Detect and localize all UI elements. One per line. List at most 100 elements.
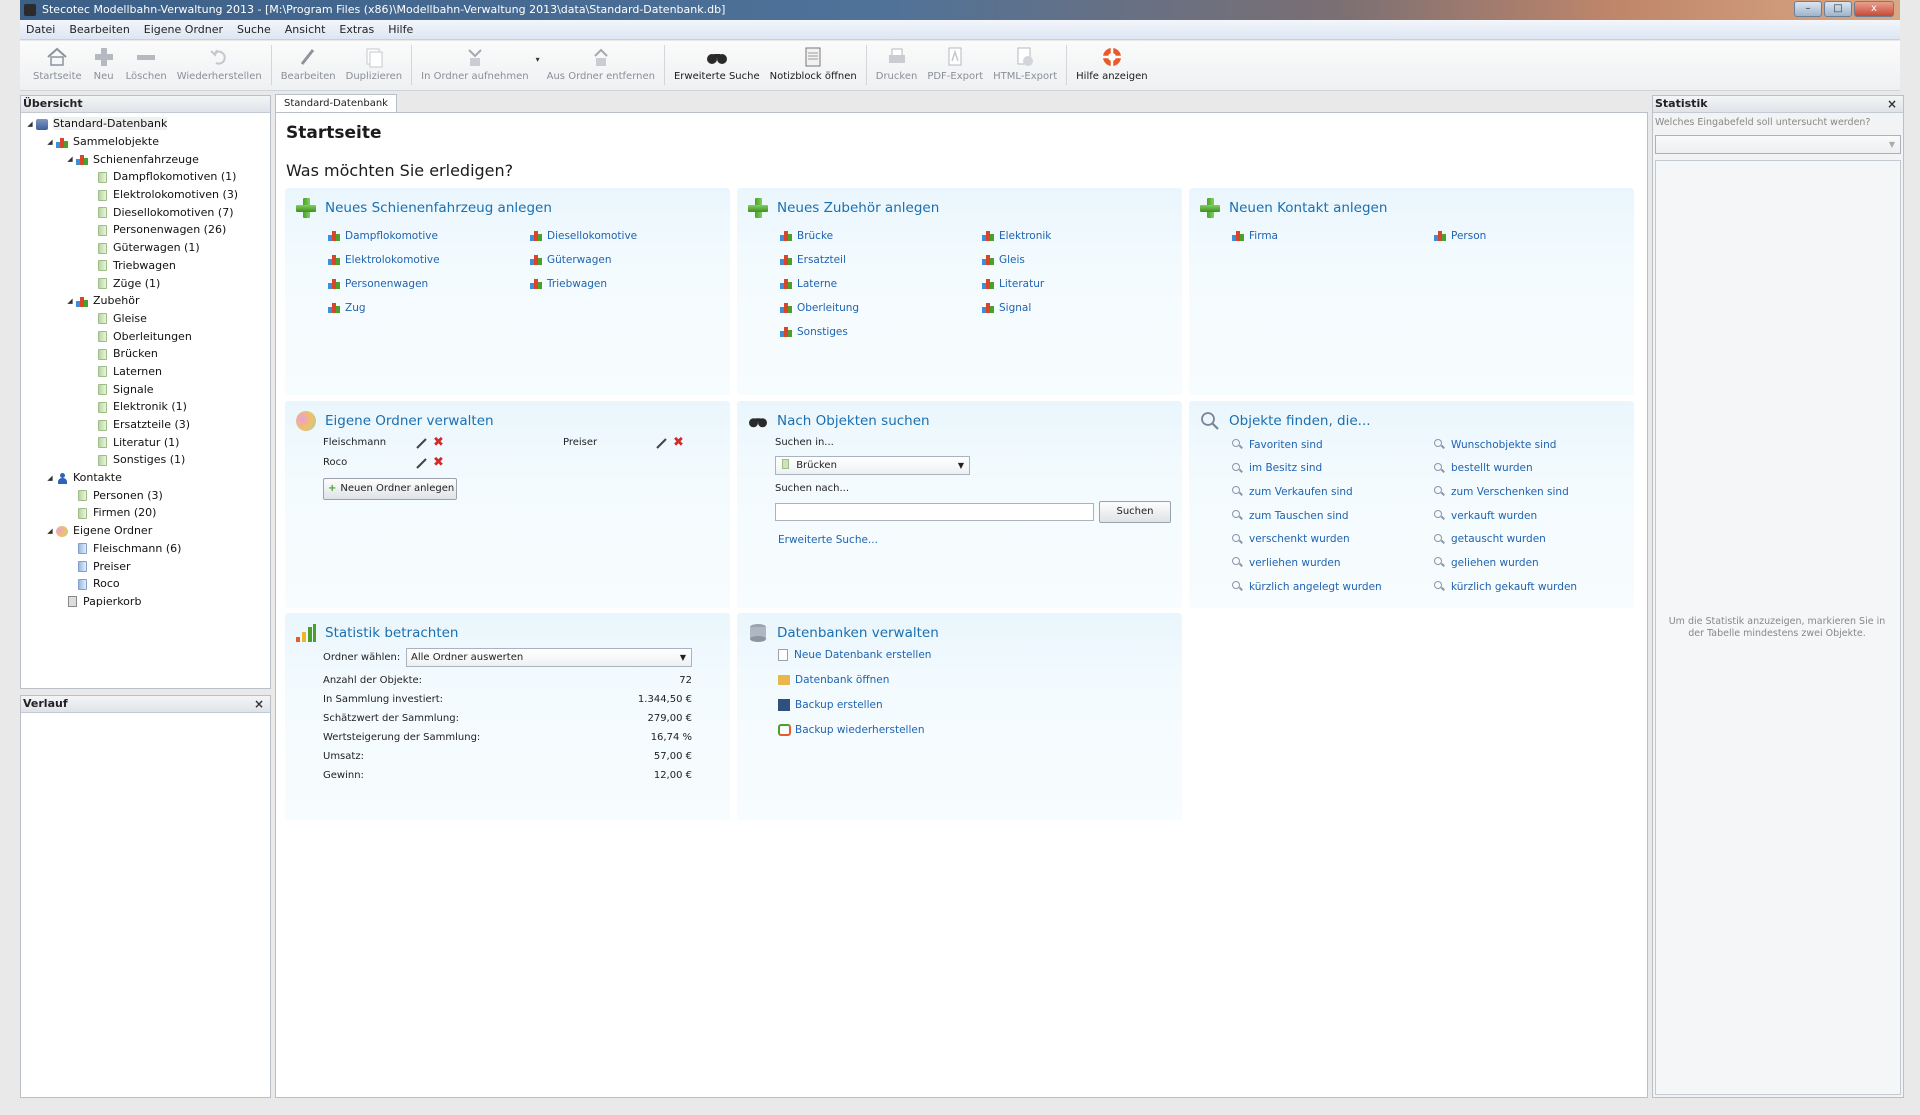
- delete-icon[interactable]: ✖: [673, 435, 684, 450]
- link-zum-verkaufen[interactable]: zum Verkaufen sind: [1232, 484, 1434, 499]
- close-icon[interactable]: ×: [1887, 96, 1897, 112]
- tree-item-firmen[interactable]: Firmen (20): [25, 504, 270, 522]
- aus-ordner-button[interactable]: Aus Ordner entfernen: [542, 41, 660, 89]
- tree-item-fleischmann[interactable]: Fleischmann (6): [25, 540, 270, 558]
- minimize-button[interactable]: –: [1794, 1, 1822, 17]
- search-input[interactable]: [775, 503, 1094, 521]
- link-kuerzlich-gekauft[interactable]: kürzlich gekauft wurden: [1434, 579, 1636, 594]
- link-backup-wiederherstellen[interactable]: Backup wiederherstellen: [778, 722, 931, 737]
- html-export-button[interactable]: HTML-Export: [988, 41, 1062, 89]
- tree-item-personen[interactable]: Personen (3): [25, 486, 270, 504]
- link-verschenkt[interactable]: verschenkt wurden: [1232, 532, 1434, 547]
- menu-hilfe[interactable]: Hilfe: [388, 23, 413, 36]
- link-triebwagen[interactable]: Triebwagen: [530, 276, 732, 291]
- link-bestellt[interactable]: bestellt wurden: [1434, 461, 1636, 476]
- link-zum-verschenken[interactable]: zum Verschenken sind: [1434, 484, 1636, 499]
- menu-extras[interactable]: Extras: [339, 23, 374, 36]
- link-firma[interactable]: Firma: [1232, 228, 1434, 243]
- link-gueterwagen[interactable]: Güterwagen: [530, 252, 732, 267]
- link-laterne[interactable]: Laterne: [780, 276, 982, 291]
- tree-item-sammelobjekte[interactable]: ◢ Sammelobjekte: [25, 133, 270, 151]
- link-wunschobjekte[interactable]: Wunschobjekte sind: [1434, 437, 1636, 452]
- link-literatur[interactable]: Literatur: [982, 276, 1184, 291]
- card-title-text[interactable]: Neues Schienenfahrzeug anlegen: [325, 200, 552, 216]
- tree-item-roco[interactable]: Roco: [25, 575, 270, 593]
- tree-item-diesellokomotiven[interactable]: Diesellokomotiven (7): [25, 203, 270, 221]
- close-window-button[interactable]: x: [1854, 1, 1894, 17]
- expanded-arrow-icon[interactable]: ◢: [45, 138, 55, 146]
- bearbeiten-button[interactable]: Bearbeiten: [276, 41, 341, 89]
- link-bruecke[interactable]: Brücke: [780, 228, 982, 243]
- link-datenbank-oeffnen[interactable]: Datenbank öffnen: [778, 672, 931, 687]
- tree-item-schienenfahrzeuge[interactable]: ◢ Schienenfahrzeuge: [25, 150, 270, 168]
- tree-item-papierkorb[interactable]: Papierkorb: [25, 593, 270, 611]
- notizblock-button[interactable]: Notizblock öffnen: [765, 41, 862, 89]
- link-zug[interactable]: Zug: [328, 300, 530, 315]
- tree-item-elektronik[interactable]: Elektronik (1): [25, 398, 270, 416]
- card-title-text[interactable]: Neuen Kontakt anlegen: [1229, 200, 1387, 216]
- tree-item-gleise[interactable]: Gleise: [25, 310, 270, 328]
- tree-item-eigene-ordner[interactable]: ◢ Eigene Ordner: [25, 522, 270, 540]
- link-getauscht[interactable]: getauscht wurden: [1434, 532, 1636, 547]
- advanced-search-link[interactable]: Erweiterte Suche...: [778, 532, 878, 547]
- expanded-arrow-icon[interactable]: ◢: [65, 155, 75, 163]
- tree-item-oberleitungen[interactable]: Oberleitungen: [25, 327, 270, 345]
- link-im-besitz[interactable]: im Besitz sind: [1232, 461, 1434, 476]
- neu-button[interactable]: Neu: [87, 41, 121, 89]
- delete-icon[interactable]: ✖: [433, 435, 444, 450]
- link-verliehen[interactable]: verliehen wurden: [1232, 555, 1434, 570]
- tree-item-bruecken[interactable]: Brücken: [25, 345, 270, 363]
- in-ordner-button[interactable]: In Ordner aufnehmen: [416, 41, 533, 89]
- tree-item-personenwagen[interactable]: Personenwagen (26): [25, 221, 270, 239]
- pencil-icon[interactable]: [415, 436, 429, 453]
- card-title-text[interactable]: Neues Zubehör anlegen: [777, 200, 939, 216]
- menu-eigene-ordner[interactable]: Eigene Ordner: [144, 23, 223, 36]
- field-select[interactable]: ▼: [1655, 135, 1901, 154]
- link-elektronik[interactable]: Elektronik: [982, 228, 1184, 243]
- tree-item-root[interactable]: ◢ Standard-Datenbank: [25, 115, 270, 133]
- tree-item-elektrolokomotiven[interactable]: Elektrolokomotiven (3): [25, 186, 270, 204]
- pencil-icon[interactable]: [415, 456, 429, 473]
- tree-item-signale[interactable]: Signale: [25, 380, 270, 398]
- link-signal[interactable]: Signal: [982, 300, 1184, 315]
- link-person[interactable]: Person: [1434, 228, 1636, 243]
- tree-item-gueterwagen[interactable]: Güterwagen (1): [25, 239, 270, 257]
- pencil-icon[interactable]: [655, 436, 669, 453]
- menu-bearbeiten[interactable]: Bearbeiten: [69, 23, 129, 36]
- link-diesellokomotive[interactable]: Diesellokomotive: [530, 228, 732, 243]
- expanded-arrow-icon[interactable]: ◢: [45, 474, 55, 482]
- link-neue-datenbank[interactable]: Neue Datenbank erstellen: [778, 647, 931, 662]
- expanded-arrow-icon[interactable]: ◢: [45, 527, 55, 535]
- link-ersatzteil[interactable]: Ersatzteil: [780, 252, 982, 267]
- delete-icon[interactable]: ✖: [433, 455, 444, 470]
- link-elektrolokomotive[interactable]: Elektrolokomotive: [328, 252, 530, 267]
- link-dampflokomotive[interactable]: Dampflokomotive: [328, 228, 530, 243]
- link-oberleitung[interactable]: Oberleitung: [780, 300, 982, 315]
- tree-item-zuege[interactable]: Züge (1): [25, 274, 270, 292]
- expanded-arrow-icon[interactable]: ◢: [25, 120, 35, 128]
- link-sonstiges[interactable]: Sonstiges: [780, 324, 982, 339]
- folder-select[interactable]: Alle Ordner auswerten ▼: [406, 648, 692, 667]
- close-icon[interactable]: ×: [254, 696, 264, 712]
- menu-datei[interactable]: Datei: [26, 23, 55, 36]
- tree-item-zubehoer[interactable]: ◢ Zubehör: [25, 292, 270, 310]
- tree-item-literatur[interactable]: Literatur (1): [25, 433, 270, 451]
- startseite-button[interactable]: Startseite: [28, 41, 87, 89]
- pdf-export-button[interactable]: PDF-Export: [922, 41, 988, 89]
- tree-item-dampflokomotiven[interactable]: Dampflokomotiven (1): [25, 168, 270, 186]
- erweiterte-suche-button[interactable]: Erweiterte Suche: [669, 41, 765, 89]
- link-verkauft[interactable]: verkauft wurden: [1434, 508, 1636, 523]
- new-folder-button[interactable]: + Neuen Ordner anlegen: [323, 478, 457, 500]
- menu-suche[interactable]: Suche: [237, 23, 271, 36]
- link-gleis[interactable]: Gleis: [982, 252, 1184, 267]
- loeschen-button[interactable]: Löschen: [121, 41, 172, 89]
- tree-item-triebwagen[interactable]: Triebwagen: [25, 257, 270, 275]
- tree-item-laternen[interactable]: Laternen: [25, 363, 270, 381]
- tree-item-kontakte[interactable]: ◢ Kontakte: [25, 469, 270, 487]
- menu-ansicht[interactable]: Ansicht: [285, 23, 326, 36]
- tab-standard-datenbank[interactable]: Standard-Datenbank: [275, 94, 397, 113]
- drucken-button[interactable]: Drucken: [871, 41, 923, 89]
- search-button[interactable]: Suchen: [1099, 501, 1171, 523]
- tree-item-sonstiges[interactable]: Sonstiges (1): [25, 451, 270, 469]
- link-kuerzlich-angelegt[interactable]: kürzlich angelegt wurden: [1232, 579, 1434, 594]
